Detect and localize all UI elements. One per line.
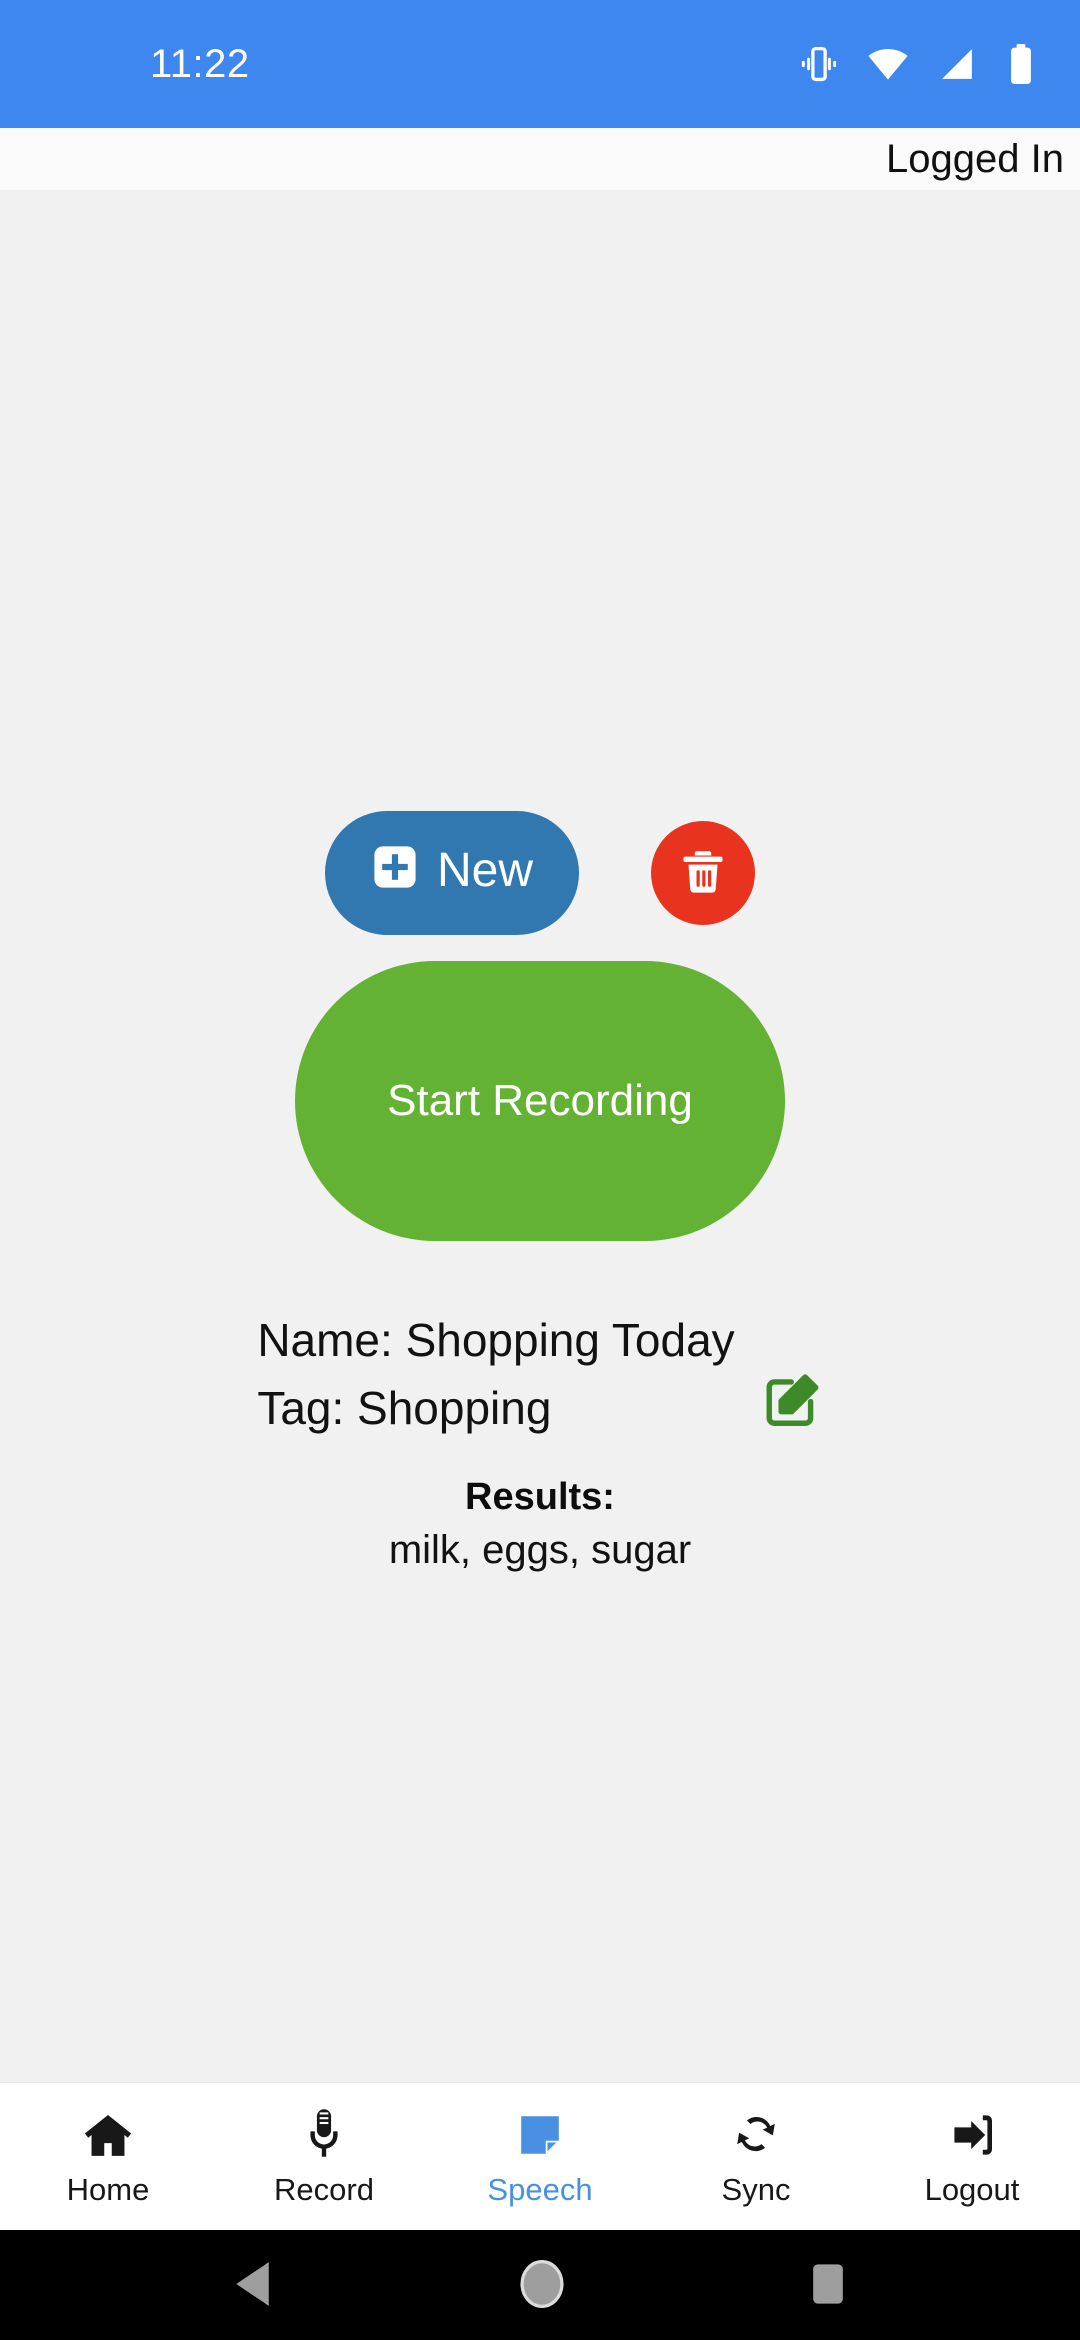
action-row: New: [324, 811, 756, 935]
login-status-label: Logged In: [886, 137, 1064, 181]
recents-button[interactable]: [807, 2260, 849, 2311]
results-text: milk, eggs, sugar: [388, 1528, 692, 1572]
battery-icon: [1004, 42, 1038, 86]
home-button[interactable]: [518, 2258, 566, 2313]
tab-logout[interactable]: Logout: [864, 2083, 1080, 2230]
main-content: New Start Recording Name: Shopping Today…: [0, 190, 1080, 2082]
recents-square-icon: [807, 2260, 849, 2311]
tab-record[interactable]: Record: [216, 2083, 432, 2230]
tab-logout-label: Logout: [924, 2172, 1020, 2207]
back-button[interactable]: [231, 2259, 277, 2312]
tab-speech-label: Speech: [487, 2172, 593, 2207]
status-bar: 11:22: [0, 0, 1080, 128]
home-circle-icon: [518, 2258, 566, 2313]
plus-square-icon: [371, 843, 419, 903]
phone-screen: 11:22 Logged In New Start Recording Name…: [0, 0, 1080, 2340]
trash-icon: [677, 846, 729, 901]
start-recording-button[interactable]: Start Recording: [295, 961, 785, 1241]
recording-tag: Tag: Shopping: [257, 1382, 552, 1434]
tab-sync[interactable]: Sync: [648, 2083, 864, 2230]
edit-button[interactable]: [761, 1369, 823, 1434]
back-triangle-icon: [231, 2259, 277, 2312]
home-icon: [83, 2108, 133, 2158]
tab-home[interactable]: Home: [0, 2083, 216, 2230]
results-block: Results: milk, eggs, sugar: [389, 1478, 691, 1570]
tab-record-label: Record: [274, 2172, 374, 2207]
status-bar-clock: 11:22: [150, 41, 250, 86]
wifi-icon: [866, 42, 910, 86]
pen-to-square-icon: [761, 1369, 823, 1434]
app-header: Logged In: [0, 128, 1080, 190]
tab-home-label: Home: [66, 2172, 150, 2207]
status-bar-icons: [798, 42, 1038, 86]
new-button[interactable]: New: [324, 811, 580, 935]
recording-meta-block: Name: Shopping Today Tag: Shopping: [0, 1317, 1080, 1434]
sign-out-icon: [948, 2108, 996, 2158]
delete-button[interactable]: [651, 821, 756, 925]
bottom-tab-bar: Home Record Speech Sync Logout: [0, 2082, 1080, 2230]
refresh-icon: [733, 2108, 779, 2158]
microphone-icon: [303, 2108, 345, 2158]
tab-speech[interactable]: Speech: [432, 2083, 648, 2230]
recording-name: Name: Shopping Today: [257, 1314, 735, 1366]
results-title: Results:: [465, 1476, 615, 1518]
new-button-label: New: [436, 844, 534, 897]
note-icon: [517, 2108, 563, 2158]
android-navigation-bar: [0, 2230, 1080, 2340]
tab-sync-label: Sync: [721, 2172, 791, 2207]
cellular-signal-icon: [936, 43, 978, 85]
vibrate-icon: [798, 43, 840, 85]
start-recording-label: Start Recording: [387, 1076, 693, 1125]
